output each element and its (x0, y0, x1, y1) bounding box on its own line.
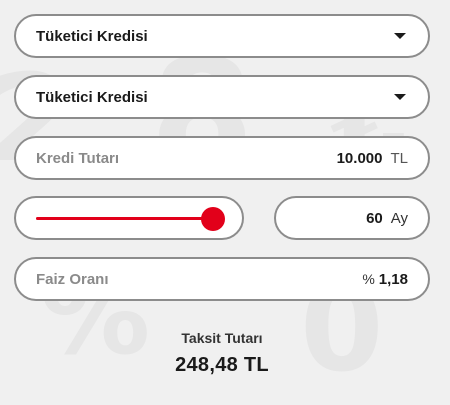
interest-rate-value[interactable]: 1,18 (379, 271, 408, 288)
term-slider[interactable] (14, 196, 244, 240)
term-unit: Ay (390, 209, 408, 227)
interest-rate-field[interactable]: Faiz Oranı % 1,18 (14, 257, 430, 301)
term-slider-track[interactable] (36, 207, 225, 231)
chevron-down-icon[interactable] (394, 94, 406, 100)
loan-amount-value[interactable]: 10.000 (337, 150, 383, 167)
installment-result: Taksit Tutarı 248,48 TL (0, 330, 444, 377)
installment-label: Taksit Tutarı (181, 330, 263, 346)
term-field[interactable]: 60 Ay (274, 196, 430, 240)
loan-amount-field[interactable]: Kredi Tutarı 10.000 TL (14, 136, 430, 180)
interest-rate-label: Faiz Oranı (36, 270, 109, 288)
term-slider-fill (36, 217, 213, 220)
loan-amount-unit: TL (390, 149, 408, 167)
loan-type-select-primary[interactable]: Tüketici Kredisi (14, 14, 430, 58)
term-slider-thumb[interactable] (200, 207, 225, 231)
loan-type-select-secondary[interactable]: Tüketici Kredisi (14, 75, 430, 119)
interest-rate-prefix: % (362, 271, 375, 287)
loan-type-primary-value: Tüketici Kredisi (36, 27, 148, 45)
loan-type-secondary-value: Tüketici Kredisi (36, 88, 148, 106)
installment-value: 248,48 TL (175, 354, 269, 376)
chevron-down-icon[interactable] (394, 33, 406, 39)
term-value[interactable]: 60 (366, 210, 383, 227)
loan-amount-label: Kredi Tutarı (36, 149, 120, 167)
